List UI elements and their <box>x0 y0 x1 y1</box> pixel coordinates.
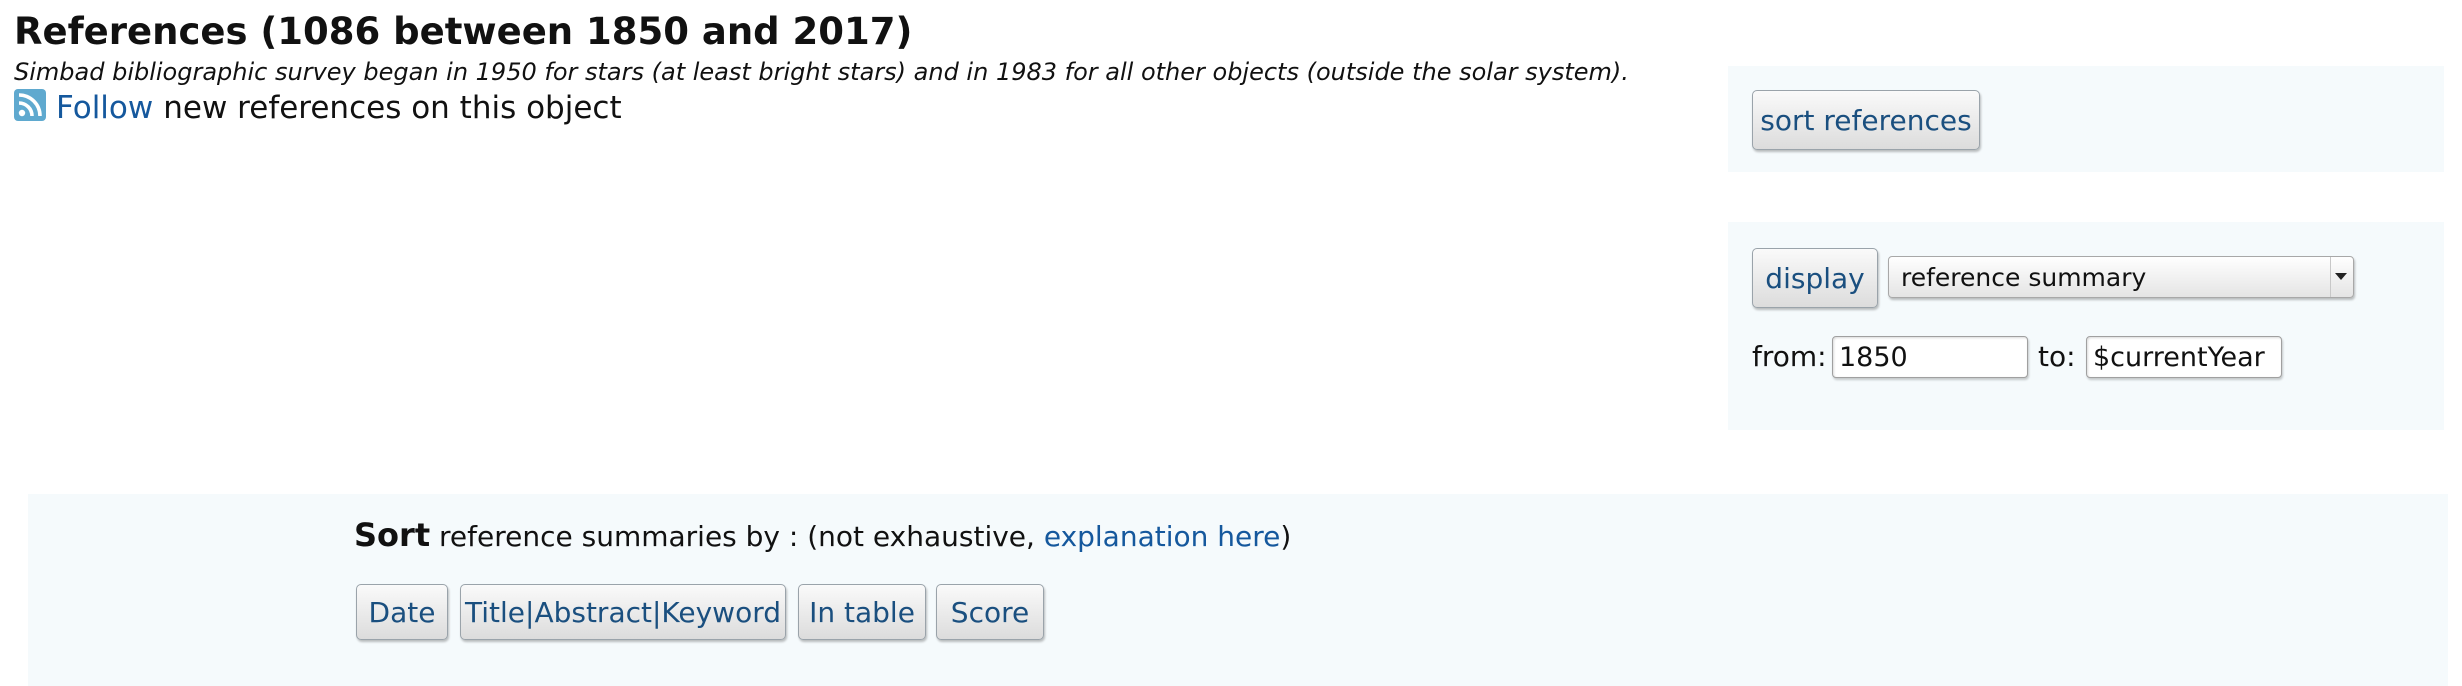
survey-note: Simbad bibliographic survey began in 195… <box>14 58 1629 86</box>
sort-by-title-abstract-keyword-button[interactable]: Title|Abstract|Keyword <box>460 584 786 640</box>
page-title: References (1086 between 1850 and 2017) <box>14 10 913 53</box>
sort-instruction: Sort reference summaries by : (not exhau… <box>354 516 1291 554</box>
sort-word: Sort <box>354 516 431 554</box>
explanation-link[interactable]: explanation here <box>1044 520 1281 553</box>
sort-by-score-button[interactable]: Score <box>936 584 1044 640</box>
select-divider <box>2330 257 2331 297</box>
sort-by-date-button[interactable]: Date <box>356 584 448 640</box>
follow-description: new references on this object <box>163 90 622 126</box>
rss-feed-icon[interactable] <box>14 89 46 121</box>
follow-link[interactable]: Follow <box>56 90 153 126</box>
display-mode-value: reference summary <box>1901 262 2147 292</box>
sort-text-close: ) <box>1280 520 1292 553</box>
sort-references-button[interactable]: sort references <box>1752 90 1980 150</box>
to-year-input[interactable] <box>2086 336 2282 378</box>
sort-text: reference summaries by : (not exhaustive… <box>439 520 1035 553</box>
sort-by-in-table-button[interactable]: In table <box>798 584 926 640</box>
from-label: from: <box>1752 340 1827 373</box>
display-button[interactable]: display <box>1752 248 1878 308</box>
display-mode-select[interactable]: reference summary <box>1888 256 2354 298</box>
chevron-down-icon <box>2335 273 2347 280</box>
from-year-input[interactable] <box>1832 336 2028 378</box>
follow-line: Follow new references on this object <box>14 89 622 126</box>
to-label: to: <box>2038 340 2076 373</box>
